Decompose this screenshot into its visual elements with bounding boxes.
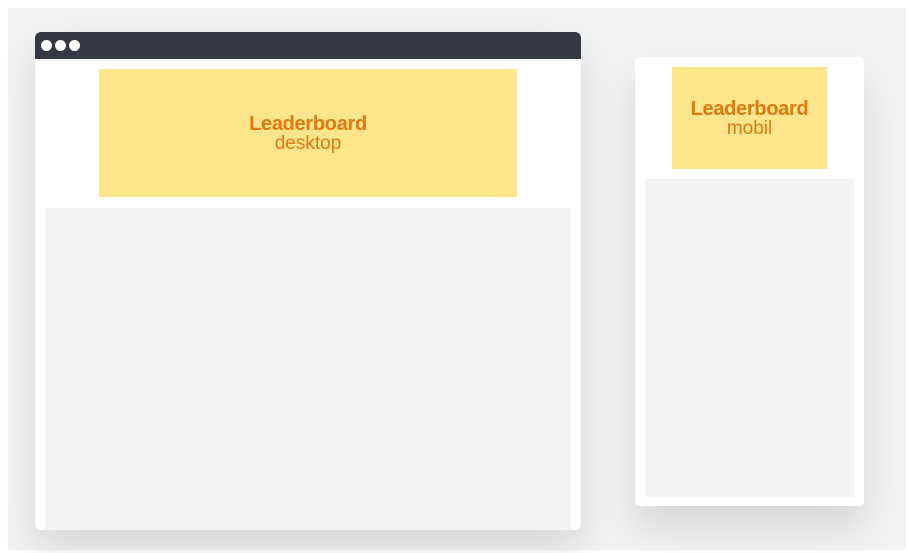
mobile-ad-title: Leaderboard xyxy=(690,97,809,120)
mobile-content-placeholder xyxy=(645,179,854,497)
mobile-ad-subtitle: mobil xyxy=(726,117,773,139)
desktop-ad-title: Leaderboard xyxy=(249,112,367,135)
window-dot-icon xyxy=(55,40,66,51)
desktop-browser-mockup: Leaderboard desktop xyxy=(35,32,581,530)
ad-placement-illustration: Leaderboard desktop Leaderboard mobil xyxy=(0,0,908,553)
browser-titlebar xyxy=(35,32,581,59)
desktop-ad-subtitle: desktop xyxy=(274,132,342,154)
window-dot-icon xyxy=(69,40,80,51)
desktop-leaderboard-ad: Leaderboard desktop xyxy=(99,69,517,197)
mobile-leaderboard-ad: Leaderboard mobil xyxy=(672,67,827,169)
mobile-device-mockup: Leaderboard mobil xyxy=(635,57,864,506)
desktop-content-placeholder xyxy=(45,208,571,530)
window-dot-icon xyxy=(41,40,52,51)
